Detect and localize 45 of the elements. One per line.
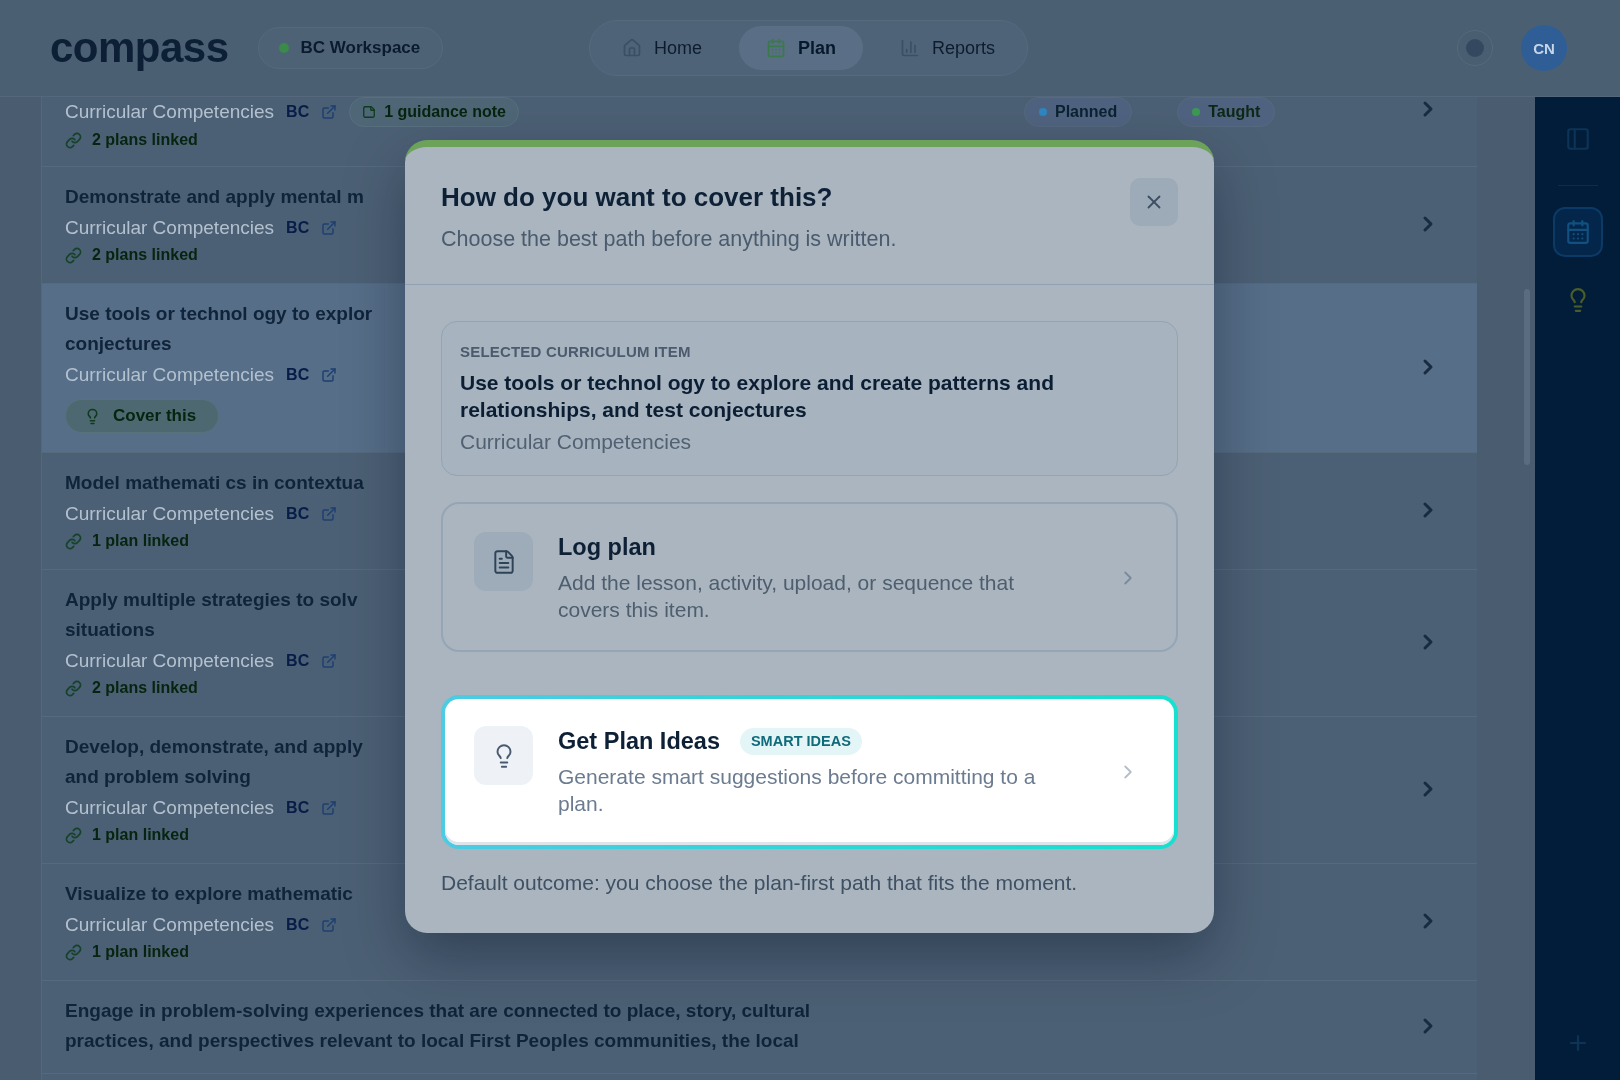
row-title: Demonstrate and apply mental m — [65, 185, 364, 209]
region-code: BC — [286, 505, 310, 523]
linked-plans-text: 1 plan linked — [92, 826, 189, 844]
linked-plans-text: 1 plan linked — [92, 532, 189, 550]
row-title: situations — [65, 618, 155, 642]
category-text: Curricular Competencies — [65, 650, 275, 672]
linked-plans-text: 2 plans linked — [92, 679, 198, 697]
linked-plans-text: 2 plans linked — [92, 246, 198, 264]
category-text: Curricular Competencies — [65, 217, 275, 239]
category-text: Curricular Competencies — [65, 364, 275, 386]
row-title: Engage in problem-solving experiences that are connected to place, story, cultural — [65, 999, 811, 1023]
status-tag: Taught — [1177, 97, 1276, 127]
row-title: and problem solving — [65, 765, 251, 789]
row-title: conjectures — [65, 332, 172, 356]
dialog-title: How do you want to cover this? — [441, 181, 833, 213]
row-title: practices, and perspectives relevant to local First Peoples communities, the local — [65, 1029, 799, 1053]
dialog-subtitle: Choose the best path before anything is written. — [441, 226, 897, 252]
linked-plans-text: 2 plans linked — [92, 131, 198, 149]
category-text: Curricular Competencies — [65, 797, 275, 819]
row-title: Use tools or technol ogy to explor — [65, 302, 373, 326]
status-tag: Planned — [1024, 97, 1133, 127]
card-label: SELECTED CURRICULUM ITEM — [460, 342, 692, 362]
linked-plans-text: 1 plan linked — [92, 943, 189, 961]
region-code: BC — [286, 916, 310, 934]
guidance-note-tag: 1 guidance note — [349, 97, 519, 127]
item-category: Curricular Competencies — [460, 430, 693, 454]
row-title: Develop, demonstrate, and apply — [65, 735, 363, 759]
option-description: Add the lesson, activity, upload, or sequence that covers this item. — [558, 570, 1016, 623]
item-title: Use tools or technol ogy to explore and create patterns and relationships, and test conjectures — [460, 370, 1055, 423]
row-title: Visualize to explore mathematic — [65, 882, 353, 906]
category-text: Curricular Competencies — [65, 914, 275, 936]
row-title: Model mathemati cs in contextua — [65, 471, 364, 495]
footer-note: Default outcome: you choose the plan-first path that fits the moment. — [441, 870, 1079, 896]
smart-ideas-tag: SMART IDEAS — [739, 727, 862, 755]
option-description: Generate smart suggestions before committing to a plan. — [558, 764, 1037, 817]
category-text: Curricular Competencies — [65, 503, 275, 525]
region-code: BC — [286, 366, 310, 384]
row-title: Apply multiple strategies to solv — [65, 588, 358, 612]
category-text: Curricular Competencies — [65, 101, 275, 123]
option-title: Log plan — [558, 533, 656, 562]
region-code: BC — [286, 103, 310, 121]
region-code: BC — [286, 799, 310, 817]
option-title: Get Plan Ideas — [558, 727, 720, 756]
region-code: BC — [286, 219, 310, 237]
region-code: BC — [286, 652, 310, 670]
